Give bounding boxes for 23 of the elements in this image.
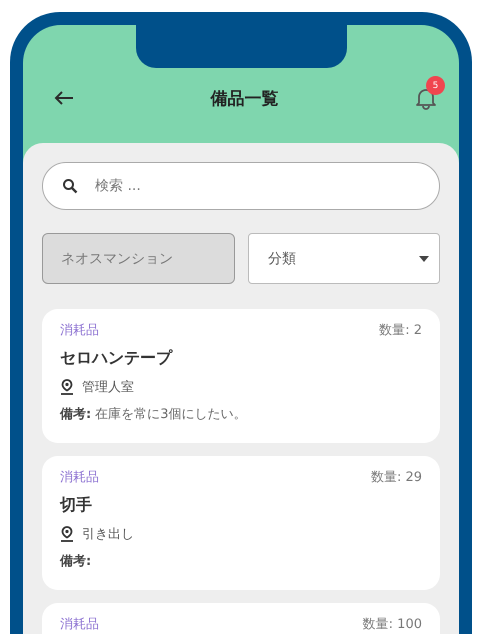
search-field[interactable]: 検索 ...	[42, 162, 440, 210]
item-location: 管理人室	[82, 379, 134, 396]
item-name: セロハンテープ	[60, 348, 174, 369]
category-select[interactable]: 分類	[248, 233, 440, 284]
item-category: 消耗品	[60, 616, 99, 633]
item-card[interactable]: 消耗品 数量: 100	[42, 603, 440, 634]
item-category: 消耗品	[60, 469, 99, 486]
location-pin-icon	[60, 526, 74, 542]
dropdown-caret-icon	[419, 256, 429, 262]
item-name: 切手	[60, 495, 93, 516]
item-quantity: 数量: 29	[370, 469, 422, 486]
notification-badge: 5	[426, 76, 445, 95]
back-arrow-icon[interactable]	[54, 91, 74, 105]
item-quantity: 数量: 100	[362, 616, 422, 633]
item-card[interactable]: 消耗品 数量: 2 セロハンテープ 管理人室 備考: 在庫を常に3個にしたい。	[42, 309, 440, 443]
item-card[interactable]: 消耗品 数量: 29 切手 引き出し 備考:	[42, 456, 440, 590]
location-pin-icon	[60, 379, 74, 395]
page-title: 備品一覧	[210, 88, 278, 110]
item-category: 消耗品	[60, 322, 99, 339]
item-note: 備考: 在庫を常に3個にしたい。	[60, 406, 248, 423]
item-quantity: 数量: 2	[379, 322, 422, 339]
item-location: 引き出し	[82, 526, 134, 543]
item-note: 備考:	[60, 553, 92, 570]
